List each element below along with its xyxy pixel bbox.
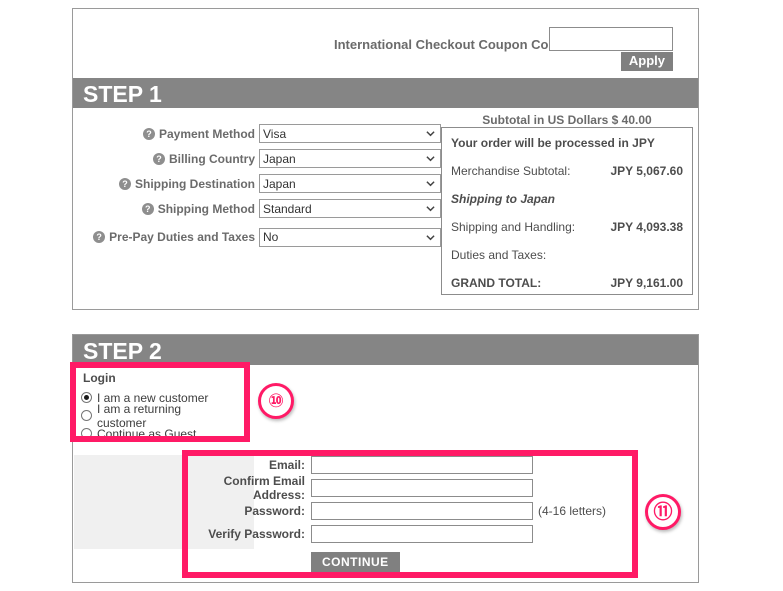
password-row: Password: (4-16 letters) bbox=[183, 499, 653, 522]
shipping-method-select[interactable]: Standard bbox=[259, 199, 441, 218]
continue-button[interactable]: CONTINUE bbox=[311, 551, 400, 573]
summary-heading: Your order will be processed in JPY bbox=[451, 136, 655, 150]
confirm-email-row: Confirm Email Address: bbox=[183, 473, 653, 502]
shipping-to-row: Shipping to Japan bbox=[451, 192, 683, 206]
coupon-code-input[interactable] bbox=[549, 27, 673, 51]
radio-label: I am a returning customer bbox=[97, 401, 182, 430]
help-icon[interactable]: ? bbox=[141, 202, 154, 215]
billing-country-select[interactable]: Japan bbox=[259, 149, 441, 168]
step2-header-bar: STEP 2 bbox=[73, 335, 698, 365]
shipping-destination-select-wrap: Japan bbox=[259, 174, 441, 193]
payment-method-row: ? Payment Method Visa bbox=[73, 121, 441, 146]
password-input[interactable] bbox=[311, 501, 533, 520]
step1-panel: International Checkout Coupon Code: Appl… bbox=[72, 8, 699, 310]
field-label-text: Pre-Pay Duties and Taxes bbox=[109, 230, 255, 244]
confirm-email-label: Confirm Email Address: bbox=[223, 473, 305, 502]
help-icon[interactable]: ? bbox=[153, 152, 165, 165]
shipping-handling-label: Shipping and Handling: bbox=[451, 220, 576, 234]
duties-taxes-row: Duties and Taxes: bbox=[451, 248, 683, 262]
help-icon[interactable]: ? bbox=[142, 127, 155, 140]
payment-method-label: ? Payment Method bbox=[79, 127, 259, 141]
shipping-method-select-wrap: Standard bbox=[259, 199, 441, 218]
payment-method-select[interactable]: Visa bbox=[259, 124, 441, 143]
checkout-options-form: ? Payment Method Visa ? Billing Country … bbox=[73, 121, 441, 253]
shipping-handling-row: Shipping and Handling: JPY 4,093.38 bbox=[451, 220, 683, 234]
grand-total-row: GRAND TOTAL: JPY 9,161.00 bbox=[451, 276, 683, 290]
email-input[interactable] bbox=[311, 455, 533, 474]
grand-total-value: JPY 9,161.00 bbox=[610, 276, 683, 290]
login-options-group: Login I am a new customer I am a returni… bbox=[81, 371, 233, 443]
shipping-handling-value: JPY 4,093.38 bbox=[610, 220, 683, 234]
help-icon[interactable]: ? bbox=[93, 231, 106, 243]
duties-taxes-label: Duties and Taxes: bbox=[451, 248, 547, 262]
radio-label: Continue as Guest bbox=[97, 426, 197, 441]
field-label-text: Shipping Method bbox=[157, 201, 255, 216]
payment-method-select-wrap: Visa bbox=[259, 124, 441, 143]
radio-icon[interactable] bbox=[81, 410, 92, 421]
merchandise-subtotal-row: Merchandise Subtotal: JPY 5,067.60 bbox=[451, 164, 683, 178]
password-label: Password: bbox=[244, 503, 305, 518]
prepay-duties-select-wrap: No bbox=[259, 227, 441, 247]
radio-icon[interactable] bbox=[81, 392, 92, 403]
password-hint: (4-16 letters) bbox=[538, 503, 607, 518]
step1-header-bar: STEP 1 bbox=[73, 78, 698, 108]
field-label-text: Shipping Destination bbox=[135, 176, 255, 191]
account-creation-form: Email: Confirm Email Address: Password: … bbox=[183, 453, 653, 575]
shipping-destination-label: ? Shipping Destination bbox=[79, 177, 259, 191]
step2-panel: STEP 2 Login I am a new customer I am a … bbox=[72, 334, 699, 583]
shipping-method-row: ? Shipping Method Standard bbox=[73, 196, 441, 221]
coupon-row: International Checkout Coupon Code: Appl… bbox=[73, 9, 698, 78]
field-label-text: Billing Country bbox=[169, 151, 255, 166]
shipping-to-label: Shipping to Japan bbox=[451, 192, 555, 206]
shipping-destination-select[interactable]: Japan bbox=[259, 174, 441, 193]
step2-title: STEP 2 bbox=[83, 338, 162, 364]
step1-title: STEP 1 bbox=[83, 81, 162, 107]
verify-password-row: Verify Password: bbox=[183, 522, 653, 545]
billing-country-label: ? Billing Country bbox=[79, 152, 259, 166]
shipping-method-label: ? Shipping Method bbox=[79, 202, 259, 216]
billing-country-select-wrap: Japan bbox=[259, 149, 441, 168]
billing-country-row: ? Billing Country Japan bbox=[73, 146, 441, 171]
radio-returning-customer[interactable]: I am a returning customer bbox=[81, 402, 233, 430]
apply-coupon-button[interactable]: Apply bbox=[620, 52, 673, 71]
subtotal-us-dollars: Subtotal in US Dollars $ 40.00 bbox=[482, 113, 652, 127]
verify-password-input[interactable] bbox=[311, 524, 533, 543]
confirm-email-input[interactable] bbox=[311, 478, 533, 497]
continue-row: CONTINUE bbox=[183, 545, 653, 575]
merchandise-subtotal-value: JPY 5,067.60 bbox=[610, 164, 683, 178]
help-icon[interactable]: ? bbox=[119, 177, 131, 190]
order-summary-box: Your order will be processed in JPY Merc… bbox=[441, 127, 693, 295]
prepay-duties-select[interactable]: No bbox=[259, 227, 441, 247]
coupon-code-label: International Checkout Coupon Code: bbox=[334, 37, 568, 52]
prepay-duties-row: ? Pre-Pay Duties and Taxes No bbox=[73, 221, 441, 253]
prepay-duties-label: ? Pre-Pay Duties and Taxes bbox=[79, 230, 259, 244]
email-label: Email: bbox=[268, 457, 305, 472]
radio-icon[interactable] bbox=[81, 428, 92, 439]
verify-password-label: Verify Password: bbox=[208, 526, 305, 541]
field-label-text: Payment Method bbox=[158, 126, 255, 141]
grand-total-label: GRAND TOTAL: bbox=[451, 276, 542, 290]
merchandise-subtotal-label: Merchandise Subtotal: bbox=[451, 164, 571, 178]
shipping-destination-row: ? Shipping Destination Japan bbox=[73, 171, 441, 196]
login-heading: Login bbox=[83, 371, 116, 385]
